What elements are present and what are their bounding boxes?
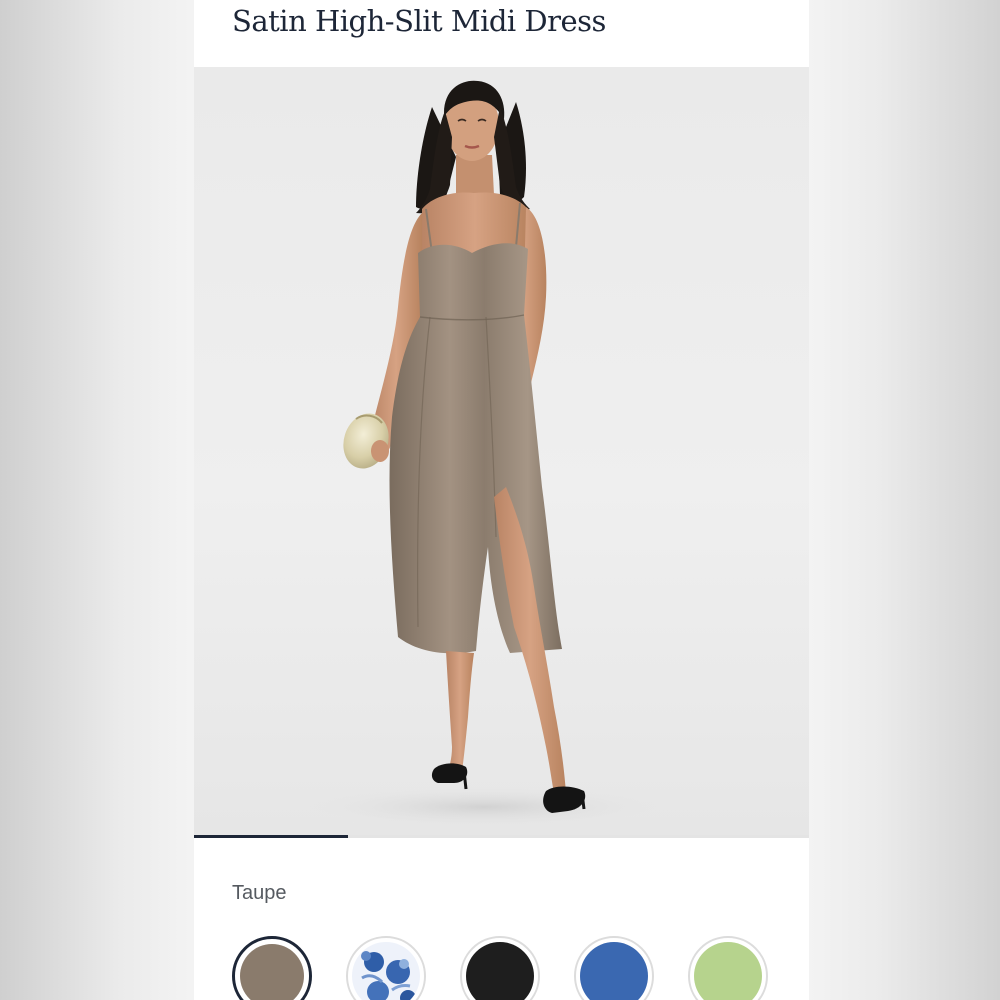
swatch-taupe[interactable] xyxy=(232,936,312,1000)
swatch-blue-fill xyxy=(580,942,648,1000)
swatch-blue-floral[interactable] xyxy=(346,936,426,1000)
gallery-progress xyxy=(194,835,809,838)
gallery-progress-fill xyxy=(194,835,348,838)
swatch-light-green[interactable] xyxy=(688,936,768,1000)
floral-pattern-icon xyxy=(361,951,416,1000)
swatch-blue-floral-fill xyxy=(352,942,420,1000)
selected-color-label: Taupe xyxy=(232,882,287,904)
swatch-black[interactable] xyxy=(460,936,540,1000)
swatch-taupe-fill xyxy=(240,944,304,1000)
swatch-light-green-fill xyxy=(694,942,762,1000)
product-page: Satin High-Slit Midi Dress Taupe xyxy=(194,0,809,1000)
swatch-black-fill xyxy=(466,942,534,1000)
color-swatches xyxy=(194,936,809,1000)
product-title: Satin High-Slit Midi Dress xyxy=(232,4,606,38)
swatch-blue[interactable] xyxy=(574,936,654,1000)
title-bar: Satin High-Slit Midi Dress xyxy=(194,0,809,67)
product-image[interactable] xyxy=(194,67,809,838)
model-illustration xyxy=(294,80,674,829)
